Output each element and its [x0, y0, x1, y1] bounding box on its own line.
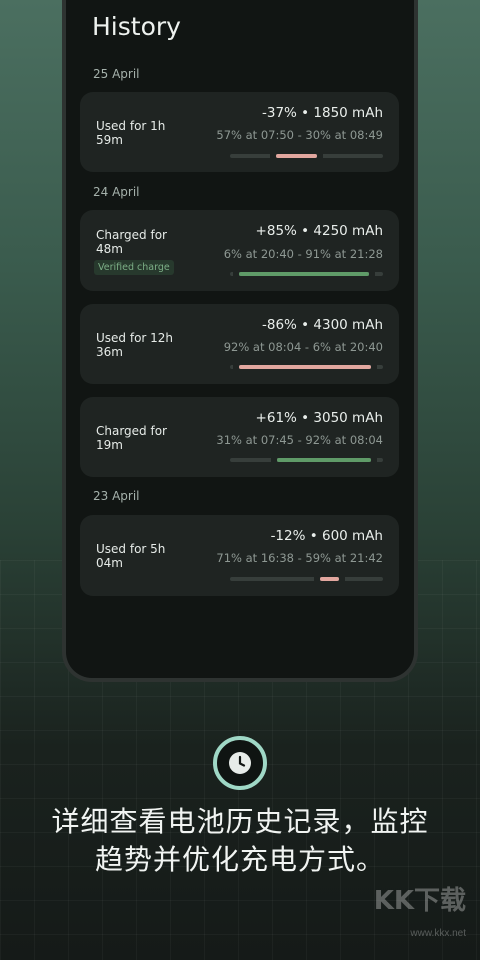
verified-charge-badge: Verified charge — [94, 260, 174, 275]
clock-icon — [229, 752, 251, 774]
date-header: 25 April — [93, 67, 140, 81]
entry-summary: -12% • 600 mAh — [270, 528, 383, 544]
battery-level-bar — [230, 271, 383, 277]
watermark-url: www.kkx.net — [410, 928, 466, 939]
history-entry-card[interactable]: Used for 1h 59m -37% • 1850 mAh 57% at 0… — [80, 92, 399, 172]
date-header: 24 April — [93, 185, 140, 199]
entry-detail: 6% at 20:40 - 91% at 21:28 — [223, 247, 383, 261]
history-entry-card[interactable]: Used for 12h 36m -86% • 4300 mAh 92% at … — [80, 304, 399, 384]
watermark-logo: KK下载 — [373, 886, 466, 916]
history-entry-card[interactable]: Charged for 48m Verified charge +85% • 4… — [80, 210, 399, 291]
entry-detail: 71% at 16:38 - 59% at 21:42 — [216, 551, 383, 565]
date-header: 23 April — [93, 489, 140, 503]
battery-level-bar — [230, 576, 383, 582]
bar-range-segment — [277, 458, 371, 462]
entry-label: Used for 12h 36m — [96, 331, 174, 359]
history-clock-button[interactable] — [213, 736, 267, 790]
entry-summary: +85% • 4250 mAh — [255, 223, 383, 239]
bar-gap — [370, 364, 377, 370]
entry-detail: 92% at 08:04 - 6% at 20:40 — [223, 340, 383, 354]
entry-label: Used for 5h 04m — [96, 542, 166, 570]
history-screen: History 25 April Used for 1h 59m -37% • … — [66, 0, 414, 678]
entry-label: Charged for 19m — [96, 424, 167, 452]
battery-level-bar — [230, 457, 383, 463]
history-entry-card[interactable]: Used for 5h 04m -12% • 600 mAh 71% at 16… — [80, 515, 399, 596]
entry-label: Used for 1h 59m — [96, 119, 166, 147]
battery-level-bar — [230, 153, 383, 159]
bar-range-segment — [239, 272, 370, 276]
entry-detail: 31% at 07:45 - 92% at 08:04 — [216, 433, 383, 447]
entry-summary: +61% • 3050 mAh — [255, 410, 383, 426]
entry-summary: -37% • 1850 mAh — [261, 105, 383, 121]
phone-frame: History 25 April Used for 1h 59m -37% • … — [62, 0, 418, 682]
bar-gap — [269, 153, 276, 159]
battery-level-bar — [230, 364, 383, 370]
entry-label: Charged for 48m — [96, 228, 167, 256]
promo-caption-line2: 趋势并优化充电方式。 — [94, 843, 385, 876]
bar-gap — [370, 457, 377, 463]
history-entry-card[interactable]: Charged for 19m +61% • 3050 mAh 31% at 0… — [80, 397, 399, 477]
bar-gap — [317, 153, 324, 159]
bar-range-segment — [320, 577, 339, 581]
promo-caption-line1: 详细查看电池历史记录，监控 — [51, 805, 429, 838]
bar-range-segment — [239, 365, 371, 369]
bar-gap — [369, 271, 376, 277]
entry-summary: -86% • 4300 mAh — [261, 317, 383, 333]
bar-gap — [338, 576, 345, 582]
bar-range-segment — [275, 154, 318, 158]
entry-detail: 57% at 07:50 - 30% at 08:49 — [216, 128, 383, 142]
page-title: History — [92, 12, 181, 41]
